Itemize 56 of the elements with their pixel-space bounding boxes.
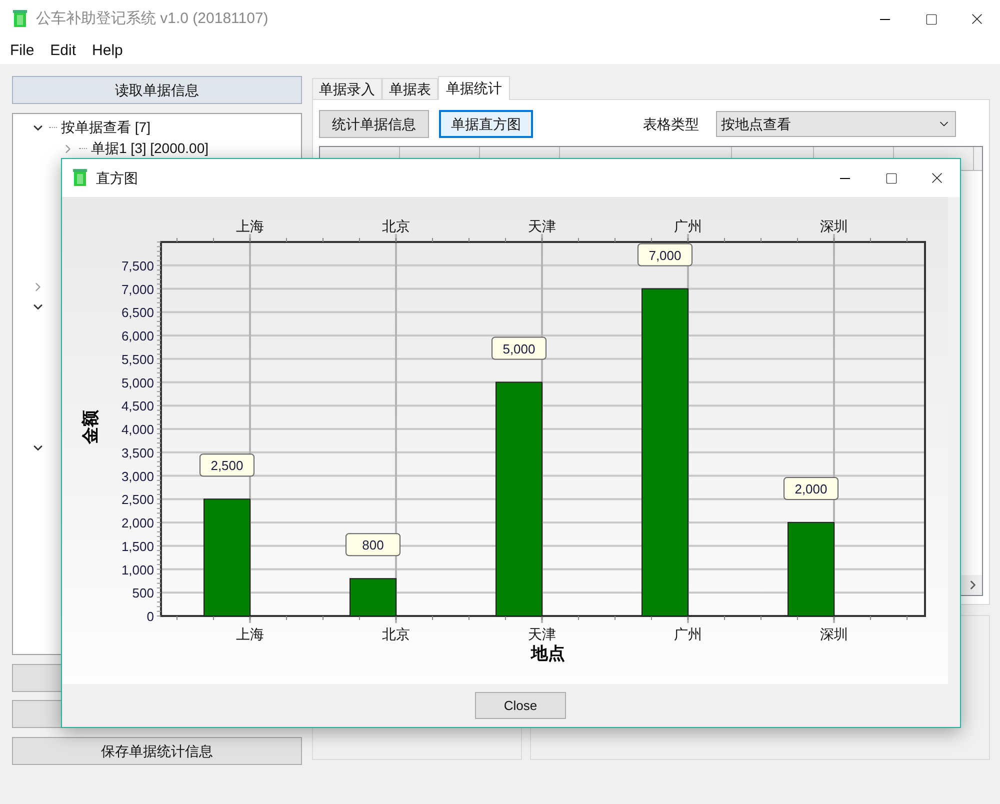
toolbar-button[interactable]: 单据直方图 (439, 110, 533, 138)
close-dialog-button[interactable]: Close (475, 692, 566, 719)
menu-item[interactable]: Help (92, 40, 123, 62)
x-tick-label: 上海 (236, 218, 264, 234)
y-tick-label: 1,500 (121, 538, 154, 554)
y-tick-label: 3,500 (121, 445, 154, 460)
minimize-icon (880, 18, 890, 20)
save-button[interactable]: 保存单据统计信息 (12, 737, 302, 765)
y-tick-label: 500 (132, 586, 154, 601)
menu-item[interactable]: Edit (50, 40, 76, 62)
tab[interactable]: 单据统计 (438, 76, 510, 100)
value-label: 7,000 (638, 243, 692, 266)
x-tick-label: 天津 (528, 626, 556, 642)
y-tick-label: 3,000 (121, 468, 154, 484)
value-label: 800 (346, 533, 400, 556)
y-tick-label: 6,000 (121, 328, 154, 344)
x-tick-label: 北京 (382, 626, 410, 642)
value-label: 5,000 (492, 336, 546, 360)
maximize-icon (924, 12, 938, 26)
tree-item[interactable]: 单据1 [3] [2000.00] (91, 138, 209, 159)
x-tick-label: 深圳 (820, 218, 848, 234)
y-tick-label: 2,000 (121, 516, 154, 530)
x-tick-label: 北京 (382, 218, 410, 234)
app-icon (72, 169, 88, 187)
y-tick-label: 7,500 (121, 258, 154, 274)
y-tick-label: 4,500 (121, 398, 154, 414)
load-button[interactable]: 读取单据信息 (12, 76, 302, 104)
maximize-icon (884, 172, 898, 184)
y-tick-label: 2,500 (121, 492, 154, 508)
tab[interactable]: 单据表 (382, 78, 438, 99)
y-tick-label: 5,000 (121, 375, 154, 390)
tree-item[interactable]: 按单据查看 [7] (61, 117, 150, 138)
bar (350, 578, 396, 616)
app-icon (12, 10, 28, 28)
y-tick-label: 7,000 (121, 282, 154, 297)
table-type-select[interactable]: 按地点查看 (716, 111, 956, 137)
toolbar-button[interactable]: 统计单据信息 (319, 110, 429, 138)
value-label: 2,000 (784, 477, 838, 500)
dialog-title: 直方图 (96, 168, 139, 188)
window-title: 公车补助登记系统 v1.0 (20181107) (36, 8, 270, 29)
x-tick-label: 深圳 (820, 626, 848, 642)
y-tick-label: 6,500 (121, 305, 154, 320)
x-tick-label: 广州 (674, 218, 702, 234)
y-tick-label: 5,500 (121, 352, 154, 367)
y-tick-label: 0 (146, 609, 154, 624)
y-tick-label: 4,000 (121, 422, 154, 437)
x-tick-label: 天津 (528, 218, 556, 234)
x-axis-title: 地点 (531, 644, 565, 663)
y-tick-label: 1,000 (121, 562, 154, 578)
x-tick-label: 上海 (236, 626, 264, 642)
menu-item[interactable]: File (10, 40, 34, 62)
x-tick-label: 广州 (674, 626, 702, 642)
table-type-label: 表格类型 (643, 114, 699, 134)
tab[interactable]: 单据录入 (312, 78, 382, 99)
y-axis-title: 金额 (81, 410, 100, 444)
value-label: 2,500 (200, 454, 254, 477)
